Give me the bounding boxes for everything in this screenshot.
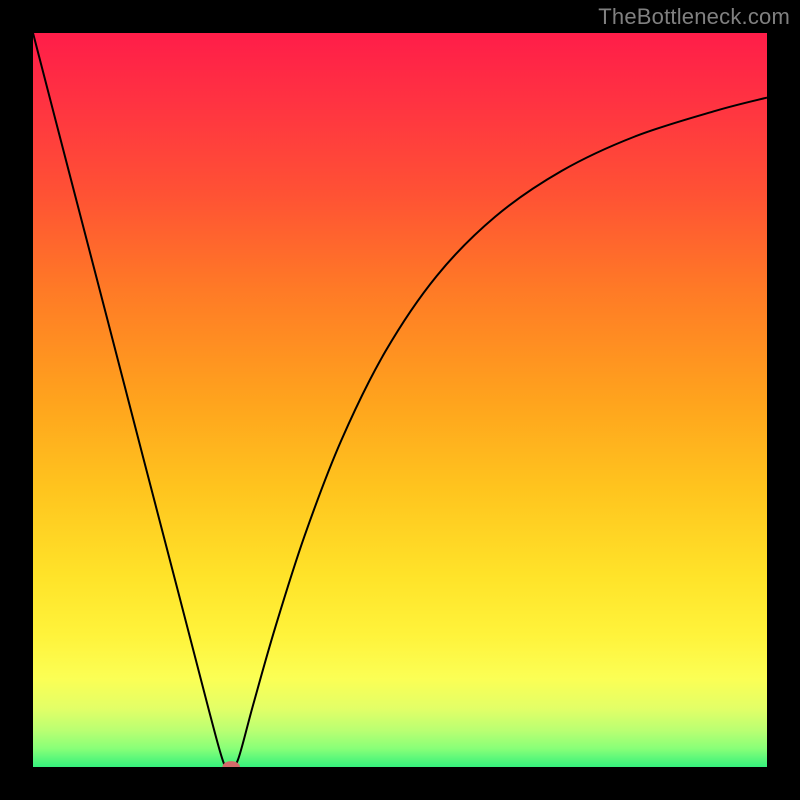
bottleneck-curve [33, 33, 767, 767]
watermark-text: TheBottleneck.com [598, 4, 790, 30]
chart-frame: TheBottleneck.com [0, 0, 800, 800]
chart-svg [33, 33, 767, 767]
plot-area [33, 33, 767, 767]
